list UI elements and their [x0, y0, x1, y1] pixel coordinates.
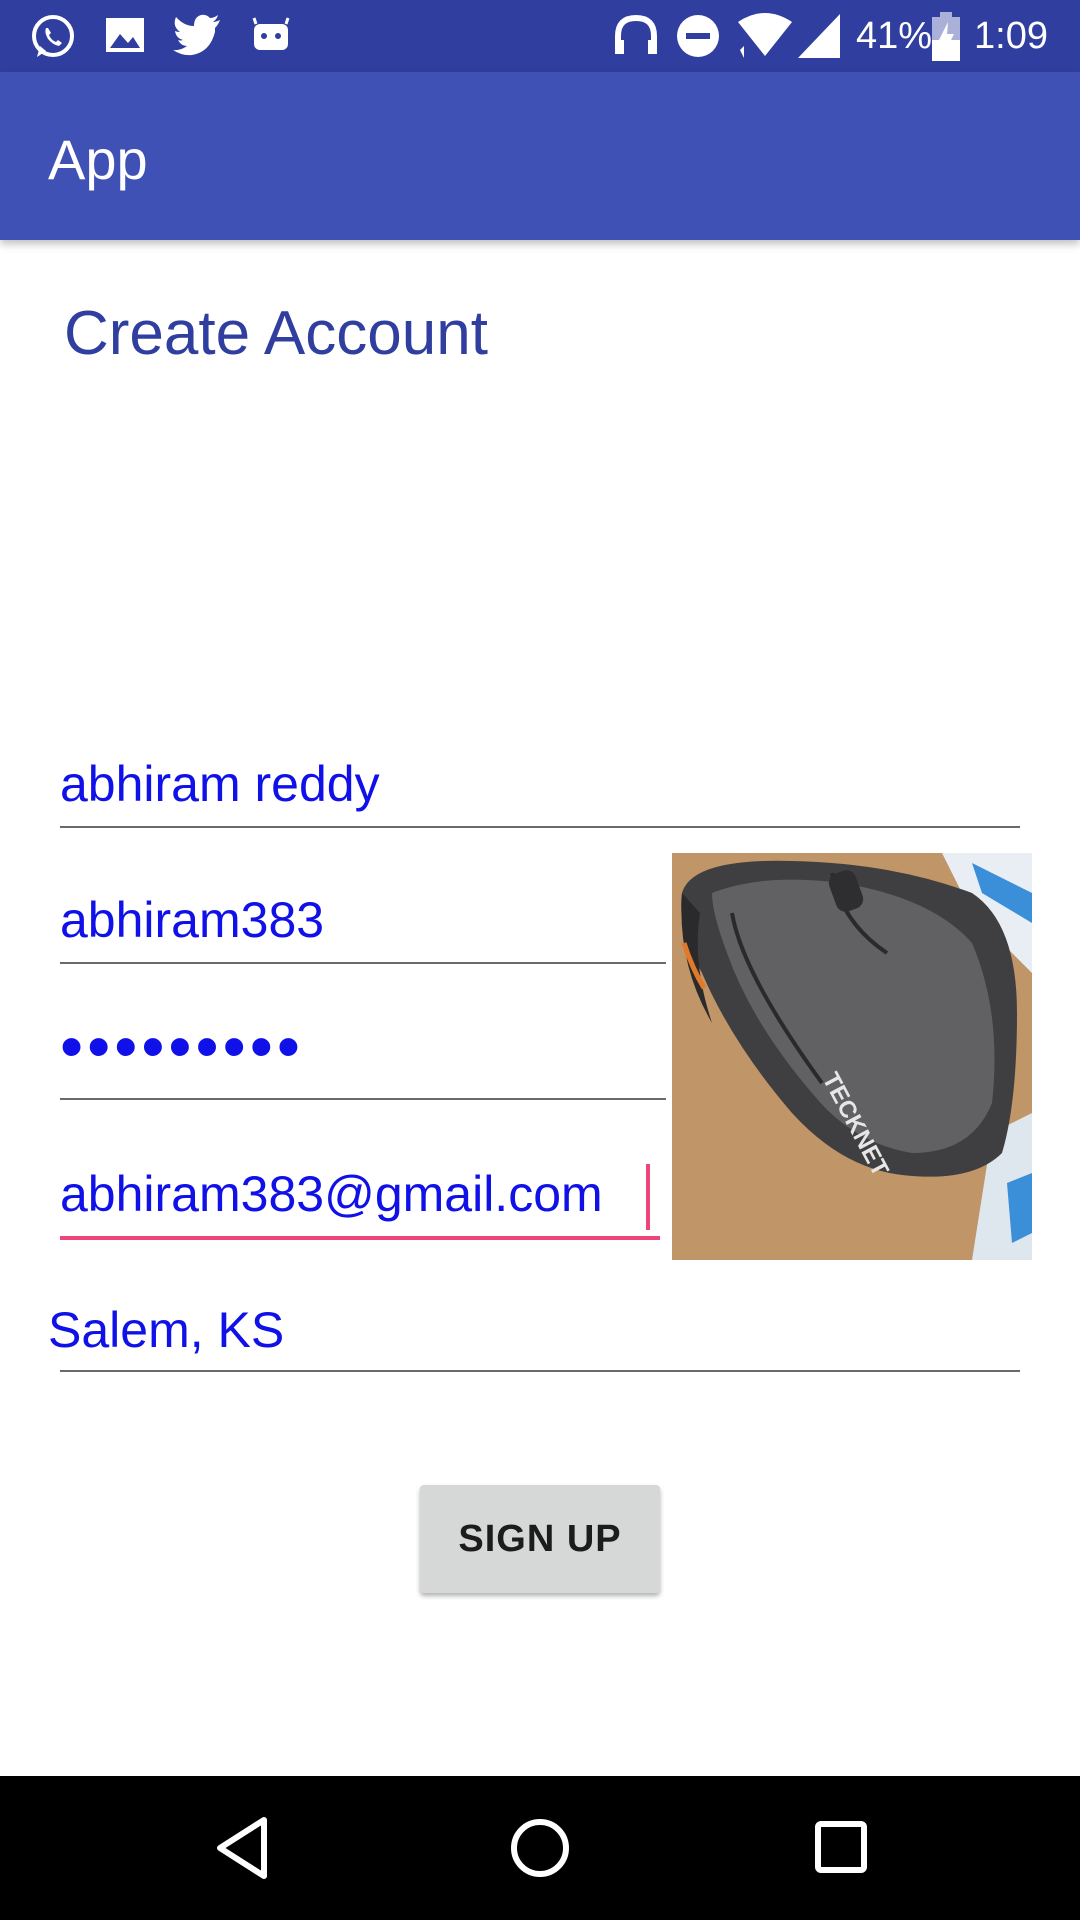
page-heading: Create Account — [64, 299, 488, 368]
profile-photo[interactable]: TECKNET — [672, 853, 1032, 1260]
status-bar: 41% 1:09 — [0, 0, 1080, 72]
location-value: Salem, KS — [48, 1302, 285, 1358]
full-name-value: abhiram reddy — [60, 756, 380, 812]
back-icon[interactable] — [210, 1812, 274, 1884]
headphones-icon — [615, 14, 657, 54]
home-icon[interactable] — [506, 1812, 574, 1884]
location-field[interactable]: Salem, KS — [48, 1296, 1020, 1372]
mouse-photo-image: TECKNET — [672, 853, 1032, 1260]
full-name-field[interactable]: abhiram reddy — [60, 750, 1020, 828]
whatsapp-icon — [32, 15, 74, 57]
wifi-icon — [738, 13, 792, 58]
username-value: abhiram383 — [60, 892, 325, 948]
password-field[interactable]: ••••••••• — [60, 1013, 666, 1100]
app-title: App — [48, 128, 148, 191]
app-screen: 41% 1:09 App Create Account abhiram redd… — [0, 0, 1080, 1920]
image-icon — [106, 18, 144, 52]
email-value: abhiram383@gmail.com — [60, 1166, 603, 1222]
recents-icon[interactable] — [810, 1812, 872, 1884]
email-field[interactable]: abhiram383@gmail.com — [60, 1160, 660, 1240]
navigation-bar — [0, 1776, 1080, 1920]
sign-up-button[interactable]: SIGN UP — [420, 1485, 660, 1593]
android-icon — [252, 17, 290, 50]
clock: 1:09 — [974, 15, 1048, 57]
text-cursor — [646, 1164, 650, 1230]
password-value: ••••••••• — [60, 1009, 304, 1083]
username-field[interactable]: abhiram383 — [60, 886, 666, 964]
battery-percent: 41% — [856, 15, 933, 57]
do-not-disturb-icon — [677, 15, 719, 57]
twitter-icon — [173, 14, 220, 56]
app-bar: App — [0, 72, 1080, 240]
signal-icon — [798, 14, 840, 58]
battery-charging-icon — [932, 12, 960, 61]
